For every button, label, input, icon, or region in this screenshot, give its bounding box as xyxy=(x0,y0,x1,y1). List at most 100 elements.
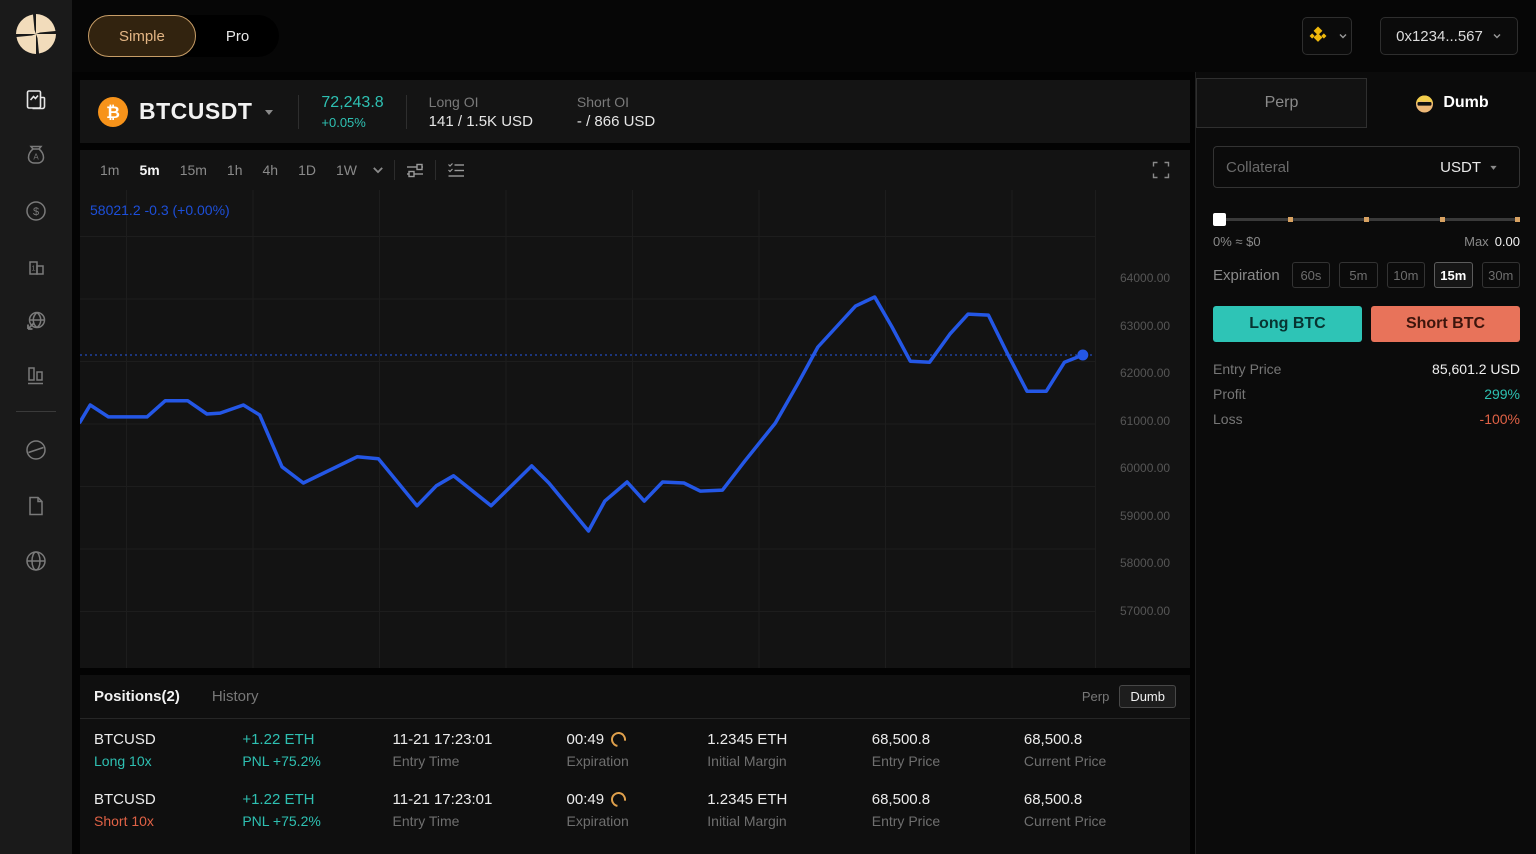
fullscreen-icon[interactable] xyxy=(1152,161,1170,179)
position-side: Long 10x xyxy=(94,753,152,769)
expiration-15m-button[interactable]: 15m xyxy=(1434,262,1473,288)
short-oi-label: Short OI xyxy=(576,93,630,110)
timeframe-15m[interactable]: 15m xyxy=(174,159,213,181)
collateral-field: USDT xyxy=(1213,146,1520,188)
current-price-value: 68,500.8 xyxy=(1023,791,1083,808)
entry-price-row: Entry Price 85,601.2 USD xyxy=(1213,361,1520,377)
expiration-label: Expiration xyxy=(566,813,629,829)
price-change: +0.05% xyxy=(321,114,366,130)
sidebar-item-portfolio[interactable] xyxy=(24,364,48,388)
entry-price-value: 68,500.8 xyxy=(871,731,931,748)
entry-time-label: Entry Time xyxy=(392,813,460,829)
sidebar-item-trade[interactable] xyxy=(24,88,48,112)
timeframe-4h[interactable]: 4h xyxy=(257,159,285,181)
divider xyxy=(434,160,436,180)
top-bar: Simple Pro 0x1234...567 xyxy=(72,0,1536,72)
price-axis[interactable]: 64000.00 63000.00 62000.00 61000.00 60000.00… xyxy=(1095,190,1190,668)
current-price-label: Current Price xyxy=(1023,813,1107,829)
expiration-value: 00:49 xyxy=(566,791,605,808)
position-pair: BTCUSD xyxy=(94,731,156,748)
slider-handle[interactable] xyxy=(1213,213,1226,226)
wallet-address-button[interactable]: 0x1234...567 xyxy=(1380,17,1518,55)
tab-history[interactable]: History xyxy=(212,688,259,705)
expiration-30m-button[interactable]: 30m xyxy=(1481,262,1520,288)
tab-perp-label: Perp xyxy=(1264,94,1299,111)
current-price-dot xyxy=(1077,349,1089,361)
chart-toolbar: 1m 5m 15m 1h 4h 1D 1W xyxy=(80,150,1190,190)
timeframe-1h[interactable]: 1h xyxy=(221,159,249,181)
countdown-spinner-icon xyxy=(608,729,630,750)
initial-margin-value: 1.2345 ETH xyxy=(707,791,788,808)
dumb-face-icon xyxy=(1416,95,1434,112)
entry-price-value: 68,500.8 xyxy=(871,791,931,808)
order-buttons: Long BTC Short BTC xyxy=(1213,306,1520,342)
filter-perp[interactable]: Perp xyxy=(1082,689,1109,704)
entry-price-label: Entry Price xyxy=(1213,361,1282,377)
pair-name: BTCUSDT xyxy=(139,98,253,124)
profit-label: Profit xyxy=(1213,386,1246,402)
timeframe-1w[interactable]: 1W xyxy=(330,159,363,181)
chevron-down-icon xyxy=(1339,34,1346,39)
expiration-row: Expiration 60s 5m 10m 15m 30m xyxy=(1213,262,1520,288)
positions-tab-bar: Positions(2) History Perp Dumb xyxy=(80,675,1190,719)
price-axis-label: 58000.00 xyxy=(1120,556,1171,570)
tab-dumb[interactable]: Dumb xyxy=(1367,78,1536,128)
timeframe-5m[interactable]: 5m xyxy=(133,159,165,181)
tab-positions[interactable]: Positions(2) xyxy=(94,688,180,705)
timeframe-1m[interactable]: 1m xyxy=(94,159,125,181)
network-selector[interactable] xyxy=(1302,17,1352,55)
price-axis-label: 57000.00 xyxy=(1120,604,1171,618)
long-oi-label: Long OI xyxy=(428,93,479,110)
short-btc-button[interactable]: Short BTC xyxy=(1371,306,1520,342)
sidebar-item-limit[interactable] xyxy=(24,438,48,462)
divider xyxy=(393,160,395,180)
collateral-asset-selector[interactable]: USDT xyxy=(1440,159,1499,176)
sidebar-item-referral[interactable] xyxy=(24,309,48,333)
sidebar-item-leaderboard[interactable]: 1 xyxy=(24,254,48,278)
initial-margin-label: Initial Margin xyxy=(707,753,787,769)
mode-simple-button[interactable]: Simple xyxy=(88,15,196,57)
position-side: Short 10x xyxy=(94,813,154,829)
expiration-5m-button[interactable]: 5m xyxy=(1339,262,1378,288)
position-pair: BTCUSD xyxy=(94,791,156,808)
current-price-value: 68,500.8 xyxy=(1023,731,1083,748)
checklist-icon[interactable] xyxy=(445,159,467,181)
entry-time-value: 11-21 17:23:01 xyxy=(392,791,493,808)
short-oi-value: - / 866 USD xyxy=(576,112,656,130)
sidebar-item-language[interactable] xyxy=(24,549,48,573)
indicator-settings-icon[interactable] xyxy=(404,159,426,181)
sidebar-item-earn[interactable]: $ xyxy=(24,199,48,223)
positions-panel: Positions(2) History Perp Dumb BTCUSD Lo… xyxy=(80,675,1190,854)
svg-text:1: 1 xyxy=(31,264,35,273)
entry-time-value: 11-21 17:23:01 xyxy=(392,731,493,748)
expiration-10m-button[interactable]: 10m xyxy=(1386,262,1426,288)
leverage-slider[interactable] xyxy=(1213,212,1520,226)
slider-tick xyxy=(1440,217,1445,222)
tab-perp[interactable]: Perp xyxy=(1196,78,1367,128)
sidebar: A $ 1 xyxy=(0,0,72,854)
mode-pro-button[interactable]: Pro xyxy=(196,15,279,57)
long-btc-button[interactable]: Long BTC xyxy=(1213,306,1362,342)
sidebar-item-docs[interactable] xyxy=(24,494,48,518)
long-oi-value: 141 / 1.5K USD xyxy=(428,112,533,130)
expiration-value: 00:49 xyxy=(566,731,605,748)
expiration-label: Expiration xyxy=(566,753,629,769)
slider-tick xyxy=(1288,217,1293,222)
price-block: 72,243.8 +0.05% xyxy=(321,94,383,130)
slider-readout: 0% ≈ $0 Max 0.00 xyxy=(1213,234,1520,249)
svg-text:$: $ xyxy=(33,206,39,218)
app-logo-icon[interactable] xyxy=(13,11,59,57)
price-axis-label: 63000.00 xyxy=(1120,319,1171,333)
pair-dropdown-icon[interactable] xyxy=(262,105,276,119)
filter-dumb[interactable]: Dumb xyxy=(1119,685,1176,708)
timeframe-1d[interactable]: 1D xyxy=(292,159,322,181)
tab-dumb-label: Dumb xyxy=(1443,94,1489,111)
ticker-bar: ₿ BTCUSDT 72,243.8 +0.05% Long OI 141 / … xyxy=(80,80,1190,143)
expiration-60s-button[interactable]: 60s xyxy=(1291,262,1331,288)
sidebar-item-rewards[interactable]: A xyxy=(24,143,48,167)
entry-price-label: Entry Price xyxy=(871,753,941,769)
price-chart[interactable]: 58021.2 -0.3 (+0.00%) xyxy=(80,190,1095,668)
position-row: BTCUSD Long 10x +1.22 ETH PNL +75.2% 11-… xyxy=(80,719,1190,779)
collateral-input[interactable] xyxy=(1226,158,1441,176)
timeframe-more-icon[interactable] xyxy=(371,163,385,177)
